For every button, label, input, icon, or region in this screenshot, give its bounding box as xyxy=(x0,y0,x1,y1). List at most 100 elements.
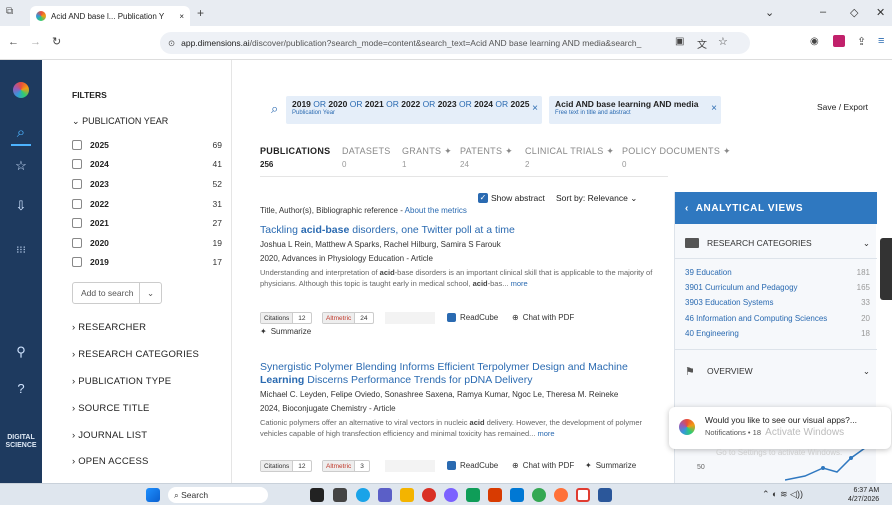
app-icon[interactable] xyxy=(422,488,436,502)
tab-patents[interactable]: PATENTS ✦ xyxy=(460,146,513,157)
tab-datasets[interactable]: DATASETS xyxy=(342,146,391,156)
widgets-icon[interactable] xyxy=(333,488,347,502)
windows-start-icon[interactable] xyxy=(146,488,160,502)
favorite-star-icon[interactable]: ☆ xyxy=(718,35,728,48)
chat-with-pdf-button[interactable]: ⊕ Chat with PDF xyxy=(512,461,574,470)
firefox-icon[interactable] xyxy=(554,488,568,502)
year-filter-row[interactable]: 2019 17 xyxy=(72,256,222,268)
more-link[interactable]: more xyxy=(538,429,555,438)
tab-clinical-trials[interactable]: CLINICAL TRIALS ✦ xyxy=(525,146,614,157)
edge-icon[interactable] xyxy=(356,488,370,502)
site-info-icon[interactable]: ⊙ xyxy=(168,38,175,49)
app-icon[interactable] xyxy=(510,488,524,502)
favorites-star-icon[interactable]: ☆ xyxy=(11,156,31,176)
category-row[interactable]: 46 Information and Computing Sciences 20 xyxy=(685,314,870,323)
filter-section-journal-list[interactable]: › JOURNAL LIST xyxy=(72,430,147,441)
altmetric-badge[interactable]: Altmetric 3 xyxy=(322,460,370,472)
year-filter-row[interactable]: 2025 69 xyxy=(72,139,222,151)
new-tab-button[interactable]: + xyxy=(197,6,204,20)
word-icon[interactable] xyxy=(598,488,612,502)
checkbox[interactable] xyxy=(72,218,82,228)
chevron-down-icon[interactable]: ⌄ xyxy=(139,283,161,303)
about-metrics-link[interactable]: About the metrics xyxy=(405,206,467,215)
tab-close-icon[interactable]: × xyxy=(179,12,184,21)
text-filter-chip[interactable]: Acid AND base learning AND media Free te… xyxy=(549,96,721,124)
filter-section-publication-type[interactable]: › PUBLICATION TYPE xyxy=(72,376,171,387)
reader-icon[interactable]: ▣ xyxy=(675,36,684,47)
checkbox[interactable] xyxy=(72,257,82,267)
app-icon[interactable] xyxy=(488,488,502,502)
category-row[interactable]: 3901 Curriculum and Pedagogy 165 xyxy=(685,283,870,292)
year-filter-row[interactable]: 2020 19 xyxy=(72,237,222,249)
checkbox[interactable] xyxy=(72,159,82,169)
opera-icon[interactable] xyxy=(576,488,590,502)
app-icon[interactable] xyxy=(466,488,480,502)
forward-icon[interactable]: → xyxy=(30,36,41,48)
more-link[interactable]: more xyxy=(511,279,528,288)
taskview-icon[interactable] xyxy=(310,488,324,502)
year-filter-row[interactable]: 2024 41 xyxy=(72,158,222,170)
checkbox[interactable] xyxy=(72,199,82,209)
checkbox[interactable] xyxy=(72,179,82,189)
url-field[interactable]: ⊙ app.dimensions.ai/discover/publication… xyxy=(160,32,750,54)
analytical-views-header[interactable]: ‹ ANALYTICAL VIEWS xyxy=(675,192,877,224)
side-feedback-tab[interactable] xyxy=(880,238,892,300)
reload-icon[interactable]: ↻ xyxy=(52,35,61,48)
show-abstract-checkbox[interactable]: ✓ xyxy=(478,193,488,203)
help-icon[interactable]: ? xyxy=(11,378,31,398)
chat-with-pdf-button[interactable]: ⊕ Chat with PDF xyxy=(512,313,574,322)
extension-icon[interactable] xyxy=(833,35,845,47)
research-categories-section[interactable]: RESEARCH CATEGORIES ⌄ xyxy=(685,234,870,252)
category-row[interactable]: 39 Education 181 xyxy=(685,268,870,277)
readcube-button[interactable]: ReadCube xyxy=(447,461,498,470)
filter-section-researcher[interactable]: › RESEARCHER xyxy=(72,322,146,333)
clock[interactable]: 6:37 AM 4/27/2026 xyxy=(848,486,879,504)
tray-icons[interactable]: ⌃ ◐ ≋ ◁)) xyxy=(762,489,803,500)
save-export-button[interactable]: Save / Export xyxy=(817,102,868,112)
summarize-button[interactable]: ✦ Summarize xyxy=(585,461,636,470)
checkbox[interactable] xyxy=(72,238,82,248)
filter-section-source-title[interactable]: › SOURCE TITLE xyxy=(72,403,150,414)
year-filter-row[interactable]: 2023 52 xyxy=(72,178,222,190)
readcube-button[interactable]: ReadCube xyxy=(447,313,498,322)
menu-icon[interactable]: ≡ xyxy=(878,35,884,47)
overview-section[interactable]: ⚑ OVERVIEW ⌄ xyxy=(685,362,870,380)
tab-policy-documents[interactable]: POLICY DOCUMENTS ✦ xyxy=(622,146,731,157)
summarize-button[interactable]: ✦ Summarize xyxy=(260,327,311,336)
search-icon[interactable]: ⌕ xyxy=(11,122,31,142)
filter-section-research-categories[interactable]: › RESEARCH CATEGORIES xyxy=(72,349,199,360)
year-filter-row[interactable]: 2022 31 xyxy=(72,198,222,210)
teams-icon[interactable] xyxy=(378,488,392,502)
profile-icon[interactable]: ◉ xyxy=(810,36,819,47)
citations-badge[interactable]: Citations 12 xyxy=(260,312,312,324)
year-filter-chip[interactable]: 2019 OR 2020 OR 2021 OR 2022 OR 2023 OR … xyxy=(286,96,542,124)
export-icon[interactable]: ⇩ xyxy=(11,196,31,216)
remove-chip-icon[interactable]: × xyxy=(532,103,538,114)
result-title-link[interactable]: Synergistic Polymer Blending Informs Eff… xyxy=(260,361,670,387)
remove-chip-icon[interactable]: × xyxy=(711,103,717,114)
file-explorer-icon[interactable] xyxy=(400,488,414,502)
close-window-icon[interactable]: ✕ xyxy=(876,6,885,19)
sort-dropdown[interactable]: Sort by: Relevance ⌄ xyxy=(556,193,637,204)
browser-tab[interactable]: Acid AND base l... Publication Y × xyxy=(30,6,190,26)
citations-badge[interactable]: Citations 12 xyxy=(260,460,312,472)
result-title-link[interactable]: Tackling acid-base disorders, one Twitte… xyxy=(260,224,515,237)
tab-publications[interactable]: PUBLICATIONS xyxy=(260,146,330,156)
maximize-icon[interactable]: ◇ xyxy=(850,6,858,19)
back-icon[interactable]: ← xyxy=(8,36,19,48)
search-icon[interactable]: ⌕ xyxy=(271,101,278,117)
checkbox[interactable] xyxy=(72,140,82,150)
minimize-icon[interactable]: – xyxy=(820,6,826,18)
tab-grants[interactable]: GRANTS ✦ xyxy=(402,146,452,157)
add-to-search-button[interactable]: Add to search ⌄ xyxy=(72,282,162,304)
tab-search-icon[interactable]: ⌄ xyxy=(765,6,774,19)
translate-icon[interactable]: 文 xyxy=(697,36,707,51)
taskbar-search[interactable]: ⌕ Search xyxy=(168,487,268,503)
apps-grid-icon[interactable]: ⁝⁝⁝ xyxy=(11,240,31,260)
altmetric-badge[interactable]: Altmetric 24 xyxy=(322,312,374,324)
dimensions-logo-icon[interactable] xyxy=(11,80,31,100)
filter-section-open-access[interactable]: › OPEN ACCESS xyxy=(72,456,149,467)
notification-popup[interactable]: Would you like to see our visual apps?..… xyxy=(669,407,891,449)
category-row[interactable]: 3903 Education Systems 33 xyxy=(685,298,870,307)
user-icon[interactable]: ⚲ xyxy=(11,342,31,362)
